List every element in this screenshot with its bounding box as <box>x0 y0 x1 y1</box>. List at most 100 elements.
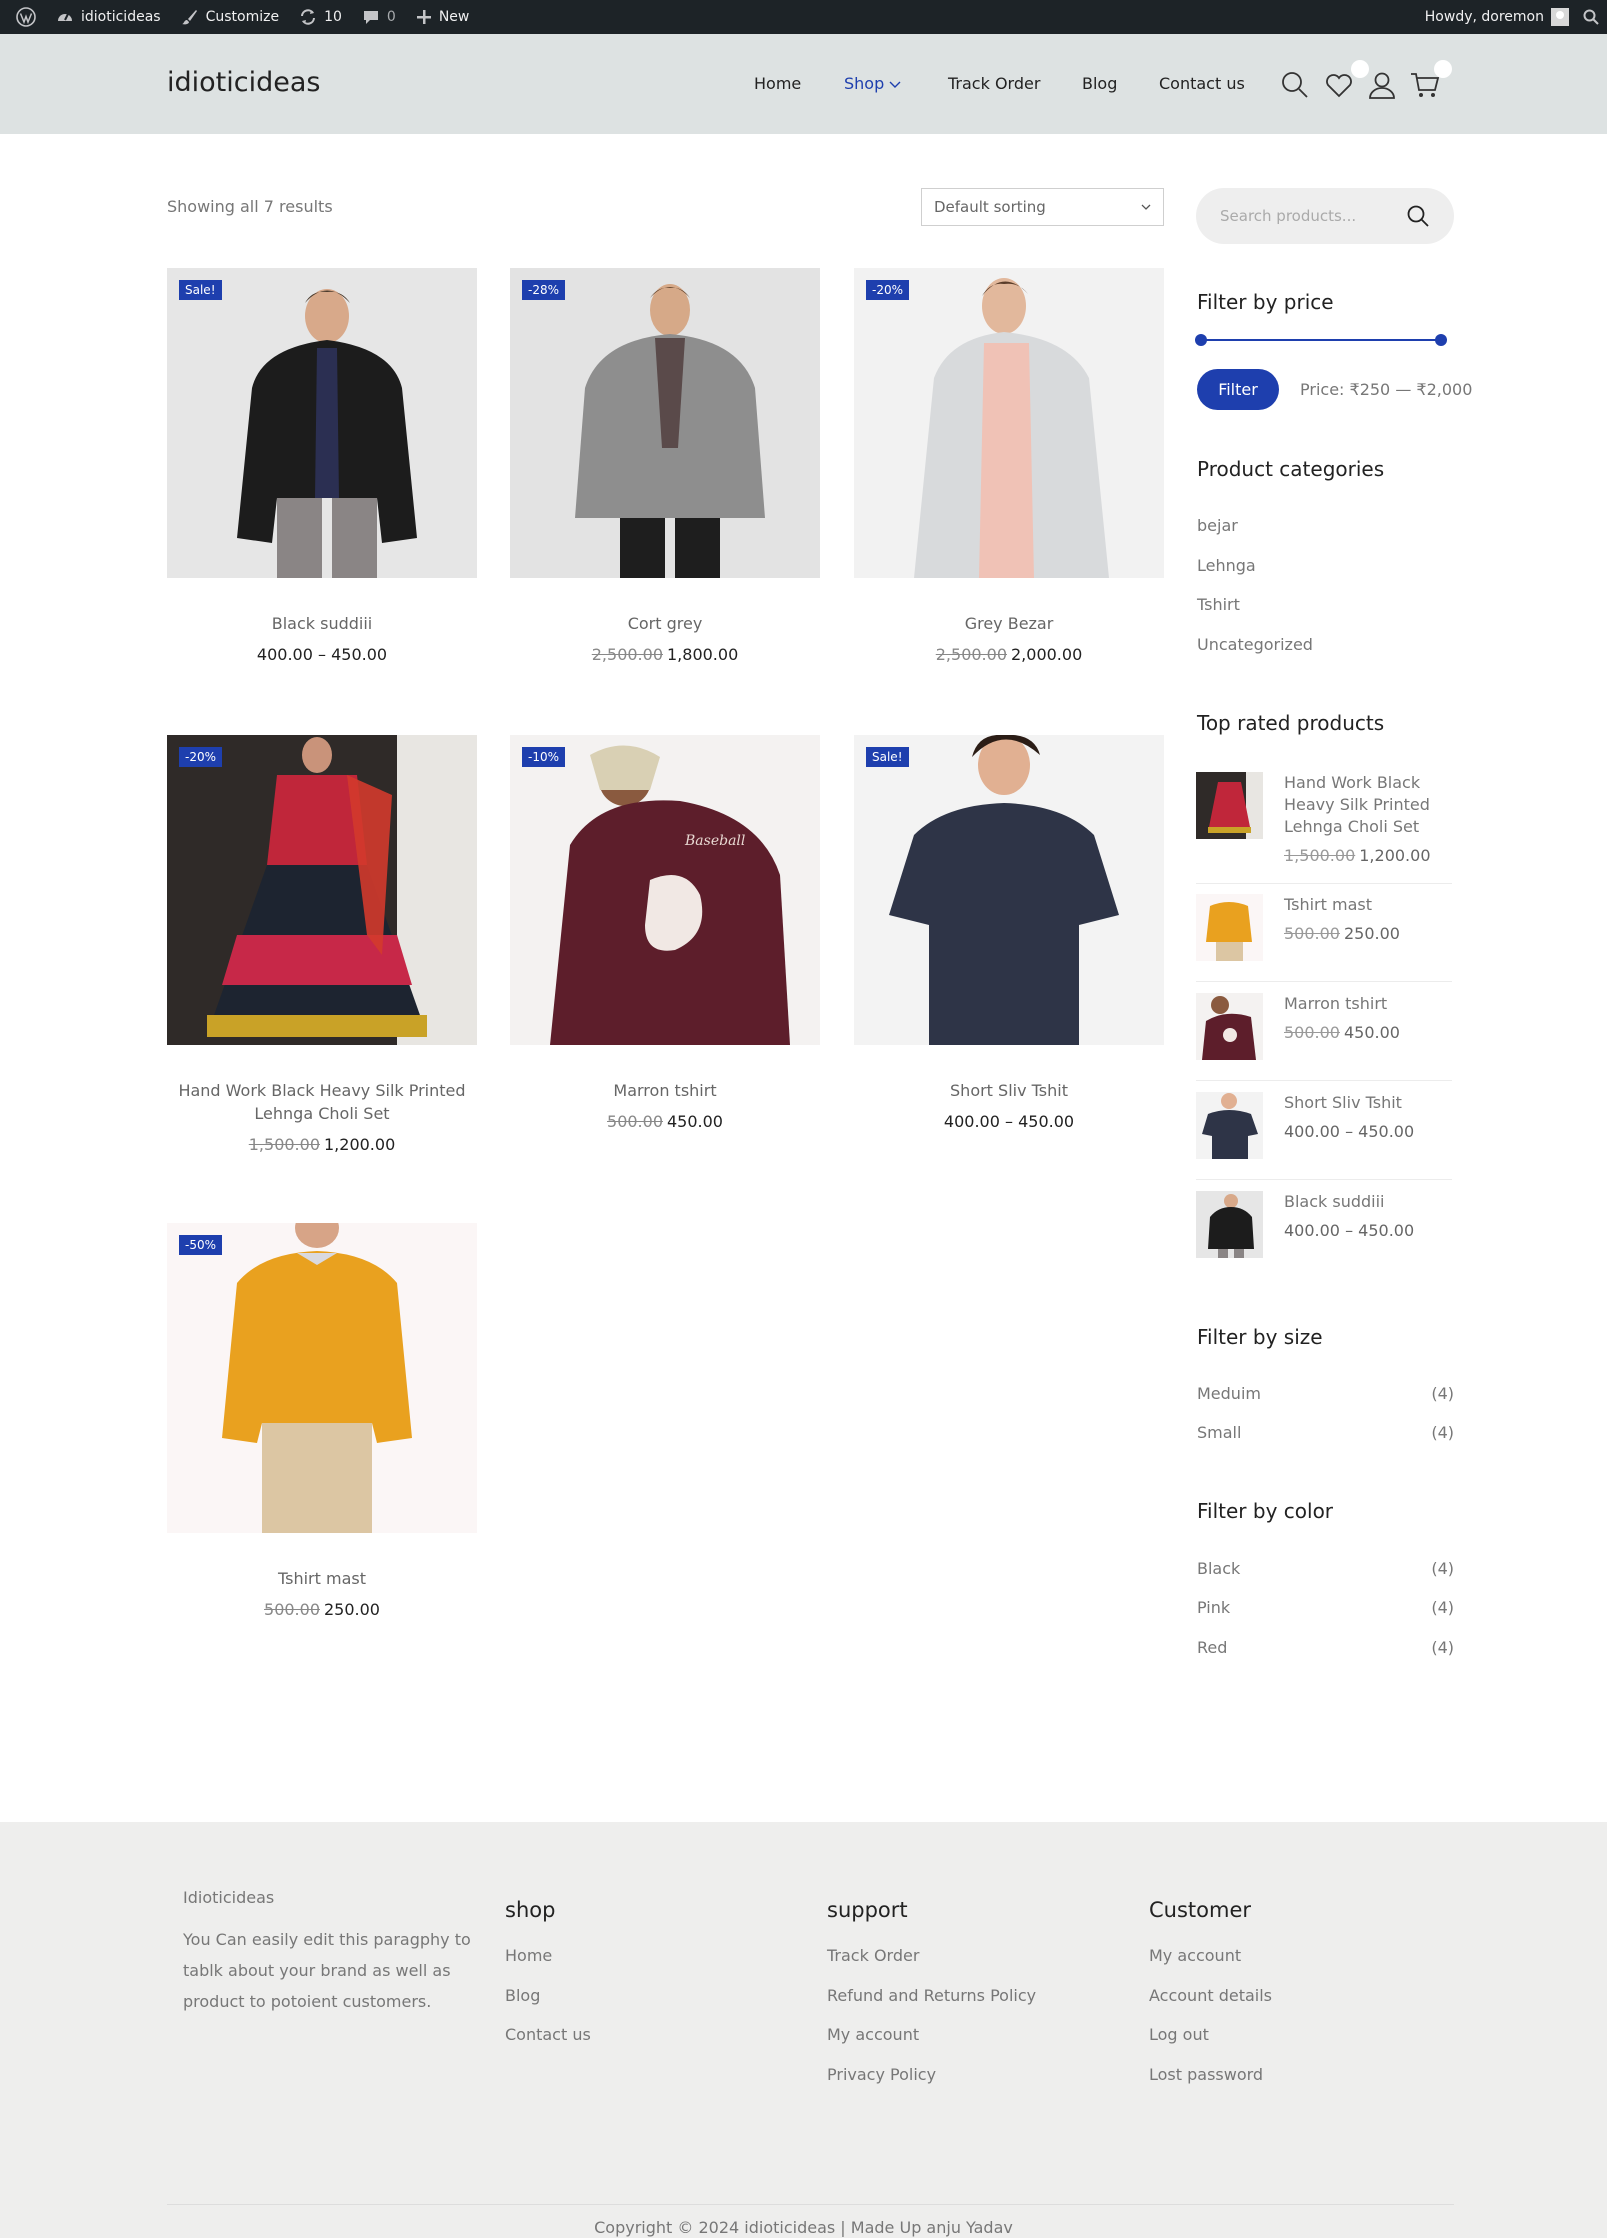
cart-button[interactable] <box>1410 60 1452 100</box>
top-rated-name[interactable]: Black suddiii <box>1284 1191 1452 1213</box>
color-count: (4) <box>1431 1598 1454 1617</box>
product-image[interactable]: Sale! <box>167 268 477 578</box>
nav-shop[interactable]: Shop <box>844 74 901 93</box>
top-rated-thumbnail[interactable] <box>1196 894 1263 961</box>
site-name-button[interactable]: idioticideas <box>46 0 171 34</box>
category-link[interactable]: Tshirt <box>1197 595 1240 614</box>
product-card[interactable]: -20% Grey Bezar 2,500.00 2,000.00 <box>854 268 1164 664</box>
size-filter-item[interactable]: Meduim (4) <box>1197 1384 1454 1403</box>
category-link[interactable]: Uncategorized <box>1197 635 1313 654</box>
price-slider-min-handle[interactable] <box>1195 334 1207 346</box>
price-slider-max-handle[interactable] <box>1435 334 1447 346</box>
footer-link-log-out[interactable]: Log out <box>1149 2025 1272 2065</box>
top-rated-name[interactable]: Marron tshirt <box>1284 993 1452 1015</box>
top-rated-name[interactable]: Short Sliv Tshit <box>1284 1092 1452 1114</box>
product-old-price: 2,500.00 <box>591 645 663 664</box>
product-card[interactable]: -20% Hand Work Black Heavy Silk Printed … <box>167 735 477 1154</box>
product-image[interactable]: -20% <box>167 735 477 1045</box>
filter-button[interactable]: Filter <box>1197 369 1279 410</box>
product-card[interactable]: Sale! Short Sliv Tshit 400.00 – 450.00 <box>854 735 1164 1131</box>
color-label[interactable]: Red <box>1197 1638 1227 1657</box>
top-rated-current-price: 250.00 <box>1343 924 1400 943</box>
admin-search-button[interactable] <box>1579 0 1603 34</box>
footer-shop-title: shop <box>505 1898 556 1922</box>
product-image[interactable]: Sale! <box>854 735 1164 1045</box>
color-filter-item[interactable]: Pink (4) <box>1197 1598 1454 1617</box>
product-card[interactable]: Baseball -10% Marron tshirt 500.00 450.00 <box>510 735 820 1131</box>
my-account-button[interactable]: Howdy, doremon <box>1415 0 1579 34</box>
footer-link-account-details[interactable]: Account details <box>1149 1986 1272 2026</box>
product-current-price: 400.00 – 450.00 <box>943 1112 1075 1131</box>
footer-link-lost-password[interactable]: Lost password <box>1149 2065 1272 2105</box>
nav-home[interactable]: Home <box>754 74 801 93</box>
product-name[interactable]: Grey Bezar <box>854 612 1164 635</box>
product-image[interactable]: -50% <box>167 1223 477 1533</box>
copyright: Copyright © 2024 idioticideas | Made Up … <box>594 2218 1013 2237</box>
top-rated-price: 400.00 – 450.00 <box>1284 1122 1414 1141</box>
product-card[interactable]: Sale! Black suddiii 400.00 – 450.00 <box>167 268 477 664</box>
top-rated-name[interactable]: Tshirt mast <box>1284 894 1452 916</box>
product-photo: Baseball <box>510 735 820 1045</box>
sort-selected-value: Default sorting <box>934 198 1046 216</box>
nav-contact[interactable]: Contact us <box>1159 74 1245 93</box>
size-filter-item[interactable]: Small (4) <box>1197 1423 1454 1442</box>
search-icon[interactable] <box>1406 204 1430 228</box>
nav-blog[interactable]: Blog <box>1082 74 1117 93</box>
category-link[interactable]: Lehnga <box>1197 556 1256 575</box>
product-image[interactable]: -28% <box>510 268 820 578</box>
divider <box>1196 981 1452 982</box>
top-rated-thumbnail[interactable] <box>1196 1191 1263 1258</box>
color-filter-item[interactable]: Red (4) <box>1197 1638 1454 1657</box>
color-label[interactable]: Black <box>1197 1559 1240 1578</box>
top-rated-old-price: 1,500.00 <box>1284 846 1356 865</box>
product-photo <box>510 268 820 578</box>
top-rated-name[interactable]: Hand Work Black Heavy Silk Printed Lehng… <box>1284 772 1452 838</box>
category-link[interactable]: bejar <box>1197 516 1238 535</box>
customize-button[interactable]: Customize <box>171 0 290 34</box>
comments-button[interactable]: 0 <box>352 0 406 34</box>
sort-select[interactable]: Default sorting <box>921 188 1164 226</box>
wishlist-button[interactable] <box>1324 60 1369 100</box>
top-rated-price: 400.00 – 450.00 <box>1284 1221 1414 1240</box>
product-name[interactable]: Cort grey <box>510 612 820 635</box>
footer-link-my-account[interactable]: My account <box>1149 1946 1272 1986</box>
footer-link-blog[interactable]: Blog <box>505 1986 591 2026</box>
color-filter-item[interactable]: Black (4) <box>1197 1559 1454 1578</box>
size-label[interactable]: Small <box>1197 1423 1241 1442</box>
product-card[interactable]: -50% Tshirt mast 500.00 250.00 <box>167 1223 477 1619</box>
new-content-button[interactable]: New <box>406 0 480 34</box>
product-image[interactable]: Baseball -10% <box>510 735 820 1045</box>
site-logo[interactable]: idioticideas <box>167 67 320 98</box>
site-header: idioticideas Home Shop Track Order Blog … <box>0 34 1607 134</box>
product-current-price: 1,800.00 <box>667 645 739 664</box>
product-name[interactable]: Black suddiii <box>167 612 477 635</box>
product-image[interactable]: -20% <box>854 268 1164 578</box>
color-label[interactable]: Pink <box>1197 1598 1230 1617</box>
footer-link-home[interactable]: Home <box>505 1946 591 1986</box>
top-rated-thumbnail[interactable] <box>1196 1092 1263 1159</box>
product-name[interactable]: Hand Work Black Heavy Silk Printed Lehng… <box>167 1079 477 1125</box>
top-rated-current-price: 1,200.00 <box>1359 846 1431 865</box>
search-placeholder: Search products... <box>1220 207 1357 225</box>
product-name[interactable]: Short Sliv Tshit <box>854 1079 1164 1102</box>
price-slider[interactable] <box>1195 334 1447 346</box>
product-name[interactable]: Tshirt mast <box>167 1567 477 1590</box>
updates-button[interactable]: 10 <box>289 0 352 34</box>
footer-link-track-order[interactable]: Track Order <box>827 1946 1036 1986</box>
footer-link-privacy-policy[interactable]: Privacy Policy <box>827 2065 1036 2105</box>
product-search-input[interactable]: Search products... <box>1196 188 1454 244</box>
wordpress-logo-button[interactable] <box>6 0 46 34</box>
footer-description: You Can easily edit this paragphy to tab… <box>183 1930 471 2011</box>
account-button[interactable] <box>1367 70 1397 100</box>
size-label[interactable]: Meduim <box>1197 1384 1261 1403</box>
footer-link-refund-policy[interactable]: Refund and Returns Policy <box>827 1986 1036 2026</box>
product-name[interactable]: Marron tshirt <box>510 1079 820 1102</box>
footer-link-contact[interactable]: Contact us <box>505 2025 591 2065</box>
header-search-button[interactable] <box>1280 70 1310 100</box>
nav-track-order[interactable]: Track Order <box>948 74 1040 93</box>
product-card[interactable]: -28% Cort grey 2,500.00 1,800.00 <box>510 268 820 664</box>
chevron-down-icon <box>889 81 901 88</box>
top-rated-thumbnail[interactable] <box>1196 993 1263 1060</box>
top-rated-thumbnail[interactable] <box>1196 772 1263 839</box>
footer-link-my-account[interactable]: My account <box>827 2025 1036 2065</box>
